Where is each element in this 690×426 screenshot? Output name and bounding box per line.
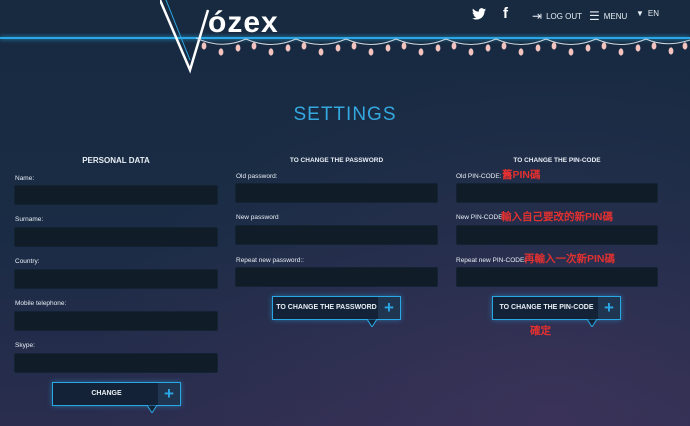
annotation-repeat-pin: 再輸入一次新PIN碼 bbox=[524, 253, 616, 265]
country-input[interactable] bbox=[14, 269, 218, 289]
name-label: Name: bbox=[15, 175, 35, 182]
surname-input[interactable] bbox=[14, 227, 218, 247]
repeat-password-input[interactable] bbox=[235, 267, 438, 287]
plus-icon: + bbox=[598, 297, 620, 319]
password-heading: TO CHANGE THE PASSWORD bbox=[289, 157, 384, 164]
annotation-new-pin: 輸入自己要改的新PIN碼 bbox=[501, 211, 614, 223]
repeat-password-label: Repeat new password:: bbox=[236, 257, 304, 264]
logout-link[interactable]: ⇥ LOG OUT bbox=[532, 9, 582, 23]
menu-button[interactable]: ☰ MENU bbox=[589, 9, 627, 23]
new-password-label: New password bbox=[236, 214, 279, 221]
logo-text[interactable]: ózex bbox=[208, 6, 279, 40]
speech-tail-icon bbox=[147, 405, 157, 413]
page-title: SETTINGS bbox=[293, 104, 397, 125]
change-button-label: CHANGE bbox=[91, 390, 122, 397]
menu-label: MENU bbox=[603, 11, 628, 21]
string-lights-icon bbox=[196, 37, 690, 56]
name-input[interactable] bbox=[14, 185, 218, 205]
plus-icon: + bbox=[378, 297, 400, 319]
repeat-pin-label: Repeat new PIN-CODE: bbox=[456, 257, 527, 264]
language-selector[interactable]: ▼ EN bbox=[636, 9, 659, 18]
change-password-button-label: TO CHANGE THE PASSWORD bbox=[276, 304, 377, 311]
country-label: Country: bbox=[15, 258, 40, 265]
plus-icon: + bbox=[158, 383, 180, 405]
old-password-input[interactable] bbox=[235, 183, 438, 203]
annotation-old-pin: 舊PIN碼 bbox=[502, 169, 541, 181]
new-pin-label: New PIN-CODE: bbox=[456, 214, 505, 221]
pin-code-heading: TO CHANGE THE PIN-CODE bbox=[513, 157, 601, 164]
mobile-telephone-input[interactable] bbox=[14, 311, 218, 331]
facebook-icon[interactable]: f bbox=[503, 5, 508, 22]
hamburger-icon: ☰ bbox=[589, 9, 600, 23]
old-password-label: Old password: bbox=[236, 173, 278, 180]
chevron-down-icon: ▼ bbox=[636, 9, 644, 18]
language-label: EN bbox=[647, 9, 660, 18]
new-password-input[interactable] bbox=[235, 225, 438, 245]
personal-data-heading: PERSONAL DATA bbox=[82, 156, 150, 165]
old-pin-label: Old PIN-CODE: bbox=[456, 173, 502, 180]
skype-input[interactable] bbox=[14, 353, 218, 373]
repeat-pin-input[interactable] bbox=[456, 267, 658, 287]
new-pin-input[interactable] bbox=[456, 225, 658, 245]
skype-label: Skype: bbox=[15, 342, 35, 349]
logout-label: LOG OUT bbox=[546, 11, 583, 21]
mobile-telephone-label: Mobile telephone: bbox=[15, 300, 67, 307]
speech-tail-icon bbox=[367, 319, 377, 327]
change-password-button[interactable]: TO CHANGE THE PASSWORD + bbox=[272, 296, 401, 327]
logout-icon: ⇥ bbox=[532, 9, 543, 23]
speech-tail-icon bbox=[587, 319, 597, 327]
change-pin-button-label: TO CHANGE THE PIN-CODE bbox=[499, 304, 594, 311]
twitter-icon[interactable] bbox=[472, 8, 486, 20]
annotation-confirm: 確定 bbox=[530, 325, 551, 337]
surname-label: Surname: bbox=[15, 216, 44, 223]
change-button[interactable]: CHANGE + bbox=[52, 382, 181, 413]
old-pin-input[interactable] bbox=[456, 183, 658, 203]
change-pin-button[interactable]: TO CHANGE THE PIN-CODE + bbox=[492, 296, 621, 327]
